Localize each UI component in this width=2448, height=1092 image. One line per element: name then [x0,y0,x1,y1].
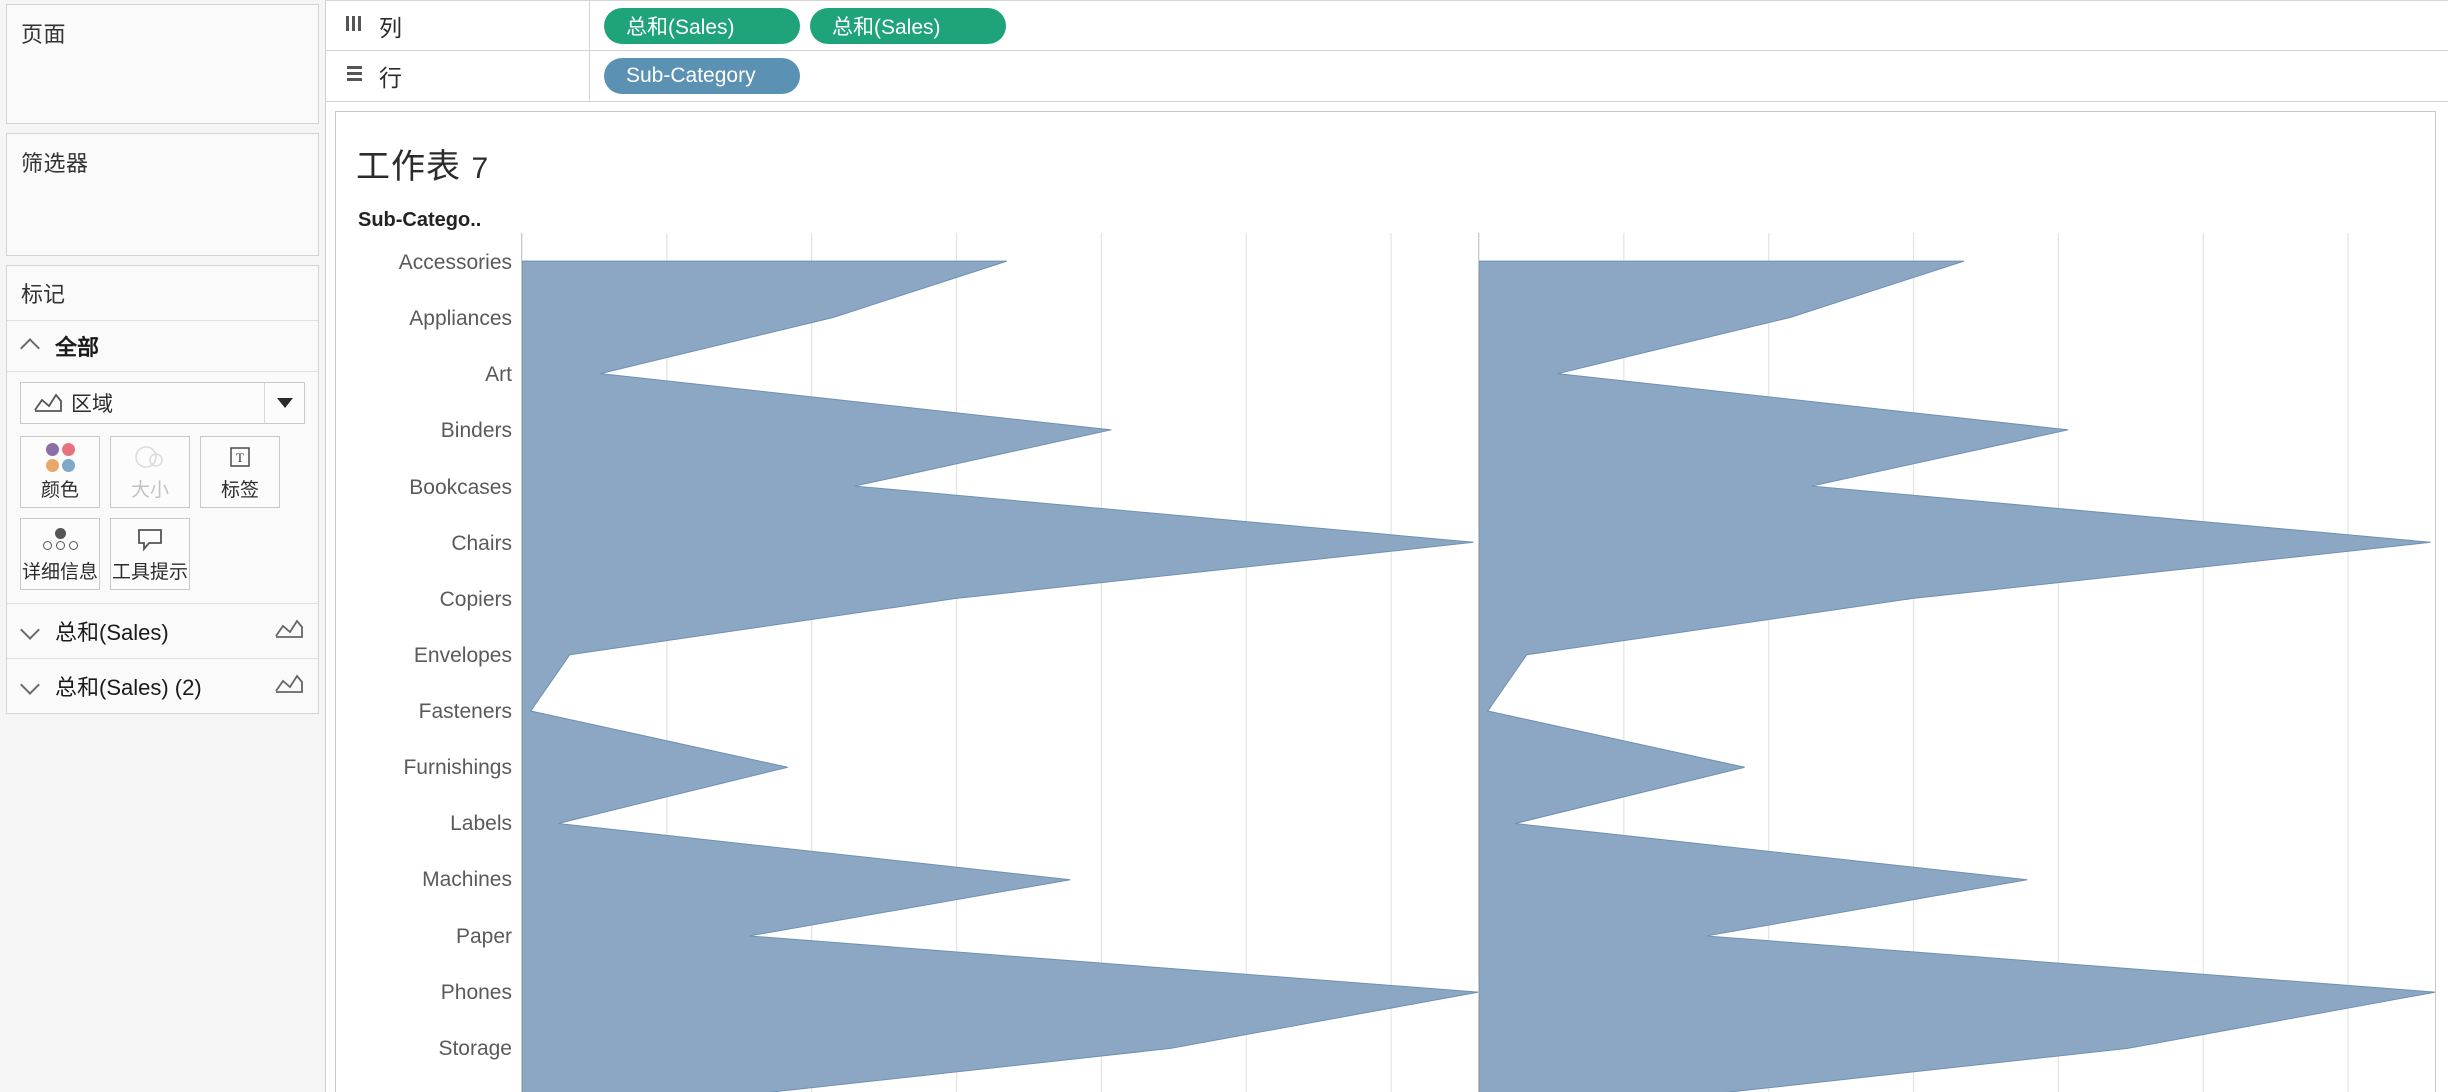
worksheet-wrapper: 工作表 7 Sub-Catego.. Accessories Appliances… [326,102,2448,1092]
mark-type-label: 区域 [71,393,113,416]
tooltip-shelf-button[interactable]: 工具提示 [110,518,190,590]
chevron-down-icon [21,625,41,637]
chart-panel[interactable] [1478,233,2435,1092]
marks-all-row[interactable]: 全部 [7,321,318,372]
area-chart-svg [522,233,1478,1092]
pill-sum-sales-2[interactable]: 总和(Sales) [810,7,1006,44]
chevron-down-icon [21,680,41,692]
category-axis-labels: Accessories Appliances Art Binders Bookcases… [336,233,522,1092]
pill-sub-category[interactable]: Sub-Category [604,58,800,94]
marks-measure-sales-1[interactable]: 总和(Sales) [7,603,318,658]
chart-area: Sub-Catego.. Accessories Appliances Art Bin… [336,188,2435,1092]
rows-shelf-dropzone[interactable]: Sub-Category [590,51,2448,101]
left-sidebar: 页面 筛选器 标记 全部 区域 颜色 大小 T 标签 详细信息 工具提示 总和(… [0,0,326,1092]
detail-shelf-button[interactable]: 详细信息 [20,518,100,590]
columns-label: 列 [379,14,402,41]
columns-shelf: 列 总和(Sales) 总和(Sales) [326,0,2448,51]
marks-card-title: 标记 [7,266,318,321]
category-label: Appliances [409,307,512,331]
category-label: Accessories [398,251,512,275]
detail-shelf-label: 详细信息 [21,562,98,583]
columns-icon [344,12,366,40]
label-shelf-button[interactable]: T 标签 [200,436,280,508]
area-chart-icon [274,618,304,645]
chevron-down-icon[interactable] [264,383,304,423]
rows-shelf-label-group: 行 [326,51,590,101]
mark-type-selector[interactable]: 区域 [20,382,305,424]
chevron-up-icon [21,340,41,352]
category-label: Paper [455,924,512,948]
rows-label: 行 [379,65,402,91]
color-dots-icon [45,442,75,472]
color-shelf-label: 颜色 [40,480,79,501]
main-area: 列 总和(Sales) 总和(Sales) 行 Sub-Category 工作表… [326,0,2448,1092]
category-label: Bookcases [409,475,512,499]
color-shelf-button[interactable]: 颜色 [20,436,100,508]
page-title: 工作表 7 [336,112,2435,188]
worksheet-title-number: 7 [471,152,490,185]
area-series [522,261,1478,1092]
tableau-window: 页面 筛选器 标记 全部 区域 颜色 大小 T 标签 详细信息 工具提示 总和(… [0,0,2448,1092]
category-label: Binders [440,419,512,443]
marks-all-label: 全部 [55,335,100,360]
rows-icon [344,62,366,90]
speech-bubble-icon [135,524,165,554]
category-label: Chairs [451,531,512,555]
category-label: Supplies [336,1077,512,1092]
size-shelf-label: 大小 [130,480,169,501]
marks-shelf-grid: 颜色 大小 T 标签 详细信息 工具提示 [20,436,305,590]
tooltip-shelf-label: 工具提示 [111,562,188,583]
category-label: Storage [438,1036,512,1060]
shelves: 列 总和(Sales) 总和(Sales) 行 Sub-Category [326,0,2448,102]
pages-card: 页面 [6,4,319,124]
area-chart-svg [1479,233,2435,1092]
marks-card: 标记 全部 区域 颜色 大小 T 标签 详细信息 工具提示 总和(Sales) … [6,265,319,714]
label-shelf-label: 标签 [220,480,259,501]
category-label: Furnishings [403,756,512,780]
area-series [1479,261,2435,1092]
filters-card-title: 筛选器 [21,151,89,176]
columns-shelf-label-group: 列 [326,1,590,50]
chart-panels [522,233,2435,1092]
plot-row: Accessories Appliances Art Binders Bookcases… [336,233,2435,1092]
size-circles-icon [134,442,166,472]
category-label: Machines [422,868,512,892]
category-label: Copiers [439,587,512,611]
worksheet-title-text: 工作表 [356,148,461,186]
worksheet: 工作表 7 Sub-Catego.. Accessories Appliances… [335,111,2436,1092]
text-box-icon: T [227,442,253,472]
svg-text:T: T [236,450,244,465]
marks-measure-sales-2[interactable]: 总和(Sales) (2) [7,658,318,713]
columns-shelf-dropzone[interactable]: 总和(Sales) 总和(Sales) [590,1,2448,50]
detail-dots-icon [42,524,78,554]
category-label: Fasteners [418,700,512,724]
area-chart-icon [21,392,71,414]
rows-shelf: 行 Sub-Category [326,51,2448,102]
pages-card-title: 页面 [21,22,67,47]
category-label: Phones [440,980,512,1004]
row-field-header: Sub-Catego.. [358,209,482,231]
measure-label: 总和(Sales) (2) [55,675,202,700]
category-label: Labels [450,812,512,836]
pill-sum-sales-1[interactable]: 总和(Sales) [604,7,800,44]
chart-panel[interactable] [522,233,1478,1092]
marks-body: 区域 颜色 大小 T 标签 详细信息 工具提示 [7,372,318,603]
filters-card: 筛选器 [6,133,319,256]
size-shelf-button[interactable]: 大小 [110,436,190,508]
category-label: Envelopes [413,643,512,667]
measure-label: 总和(Sales) [55,620,169,645]
area-chart-icon [274,673,304,700]
category-label: Art [485,363,512,387]
